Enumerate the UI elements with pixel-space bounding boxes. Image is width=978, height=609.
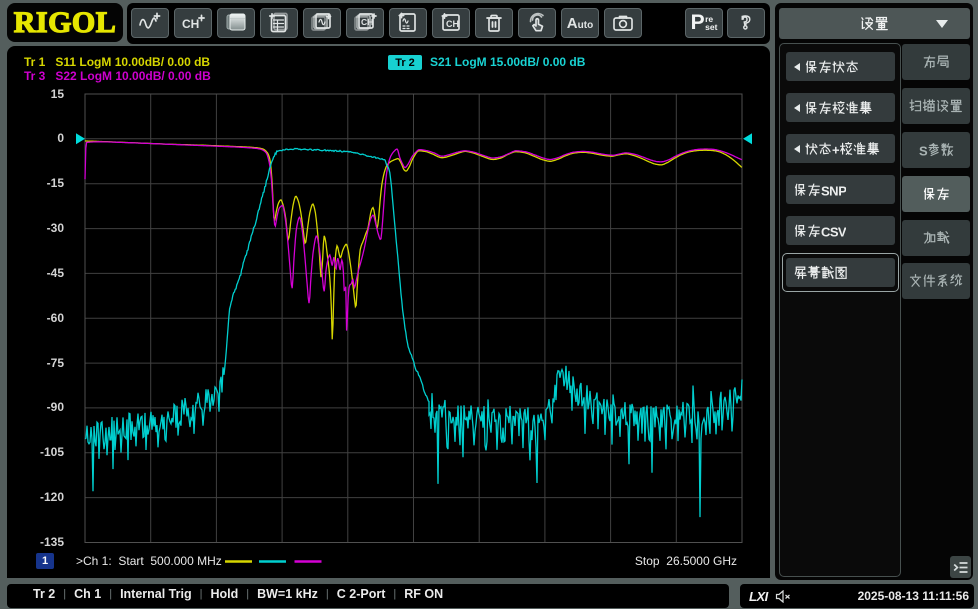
svg-text:S: S [919,143,928,158]
svg-text:CH: CH [446,19,459,29]
svg-text:P: P [838,183,846,198]
svg-text:+: + [832,142,840,157]
svg-text:CH: CH [361,17,373,27]
svg-text:N: N [829,183,838,198]
svg-text:CH: CH [182,17,199,31]
svg-text:V: V [838,224,846,239]
